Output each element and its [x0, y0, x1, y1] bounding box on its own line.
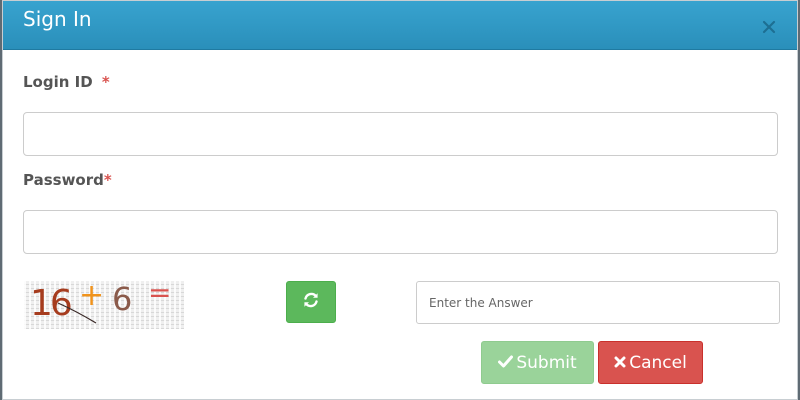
cancel-button[interactable]: Cancel — [598, 341, 703, 384]
submit-button[interactable]: Submit — [481, 341, 594, 384]
login-id-input[interactable] — [23, 112, 778, 156]
captcha-noise-line — [57, 302, 97, 324]
captcha-answer-input[interactable] — [416, 281, 780, 324]
refresh-icon — [302, 291, 320, 313]
times-icon — [614, 353, 626, 373]
login-id-label-text: Login ID — [23, 73, 93, 91]
password-label: Password* — [23, 171, 112, 189]
close-icon[interactable] — [761, 19, 777, 35]
password-required-marker: * — [103, 171, 112, 189]
sign-in-dialog: Sign In Login ID * Password* 16 + 6 = En… — [2, 0, 798, 400]
login-id-required-marker: * — [101, 73, 110, 91]
password-label-text: Password — [23, 171, 104, 189]
captcha-image: 16 + 6 = — [24, 279, 184, 329]
check-icon — [498, 353, 514, 373]
captcha-refresh-button[interactable] — [286, 281, 336, 323]
submit-label: Submit — [516, 352, 577, 373]
password-input[interactable] — [23, 210, 778, 254]
cancel-label: Cancel — [629, 352, 687, 373]
dialog-title: Sign In — [23, 7, 92, 31]
dialog-header: Sign In — [3, 1, 797, 50]
login-id-label: Login ID * — [23, 73, 110, 91]
